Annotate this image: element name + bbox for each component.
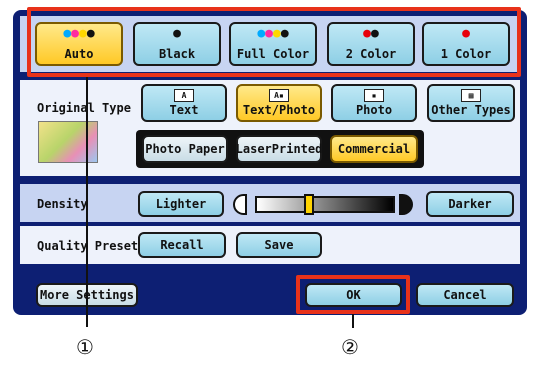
other-types-icon: ▦ bbox=[461, 89, 481, 102]
darker-button[interactable]: Darker bbox=[426, 191, 514, 217]
type-other-button[interactable]: ▦ Other Types bbox=[427, 84, 515, 122]
callout-leader-one bbox=[86, 77, 88, 327]
cancel-button[interactable]: Cancel bbox=[416, 283, 514, 307]
callout-number-one: ① bbox=[76, 335, 94, 359]
recall-label: Recall bbox=[160, 238, 204, 252]
commercial-button[interactable]: Commercial bbox=[330, 135, 418, 163]
darker-label: Darker bbox=[448, 197, 492, 211]
photo-doc-icon: ▪ bbox=[364, 89, 384, 102]
quality-presets-label: Quality Presets bbox=[37, 239, 146, 253]
original-type-thumbnail bbox=[38, 121, 98, 163]
lighter-label: Lighter bbox=[155, 197, 207, 211]
type-text-label: Text bbox=[169, 103, 199, 117]
type-text-photo-label: Text/Photo bbox=[242, 103, 316, 117]
photo-paper-button[interactable]: Photo Paper bbox=[142, 135, 228, 163]
lighter-button[interactable]: Lighter bbox=[138, 191, 224, 217]
callout-leader-two bbox=[352, 314, 354, 328]
density-label: Density bbox=[37, 197, 88, 211]
density-right-cap bbox=[399, 194, 413, 215]
original-type-label: Original Type bbox=[37, 101, 131, 115]
callout-box-ok bbox=[296, 275, 410, 314]
laser-printed-button[interactable]: LaserPrinted bbox=[236, 135, 322, 163]
density-left-cap bbox=[233, 194, 247, 215]
save-label: Save bbox=[264, 238, 294, 252]
commercial-label: Commercial bbox=[337, 142, 411, 156]
callout-number-two: ② bbox=[341, 335, 359, 359]
cancel-label: Cancel bbox=[443, 288, 487, 302]
photo-paper-label: Photo Paper bbox=[145, 142, 225, 156]
type-photo-label: Photo bbox=[355, 103, 393, 117]
recall-button[interactable]: Recall bbox=[138, 232, 226, 258]
type-photo-button[interactable]: ▪ Photo bbox=[331, 84, 417, 122]
density-slider-track[interactable] bbox=[233, 194, 413, 215]
type-other-label: Other Types bbox=[431, 103, 511, 117]
text-photo-doc-icon: A▪ bbox=[269, 89, 289, 102]
callout-box-color-mode bbox=[27, 7, 521, 77]
laser-printed-label: LaserPrinted bbox=[235, 142, 323, 156]
density-handle[interactable] bbox=[304, 194, 315, 215]
text-doc-icon: A bbox=[174, 89, 194, 102]
density-gradient bbox=[255, 196, 395, 213]
save-button[interactable]: Save bbox=[236, 232, 322, 258]
type-text-button[interactable]: A Text bbox=[141, 84, 227, 122]
type-text-photo-button[interactable]: A▪ Text/Photo bbox=[236, 84, 322, 122]
